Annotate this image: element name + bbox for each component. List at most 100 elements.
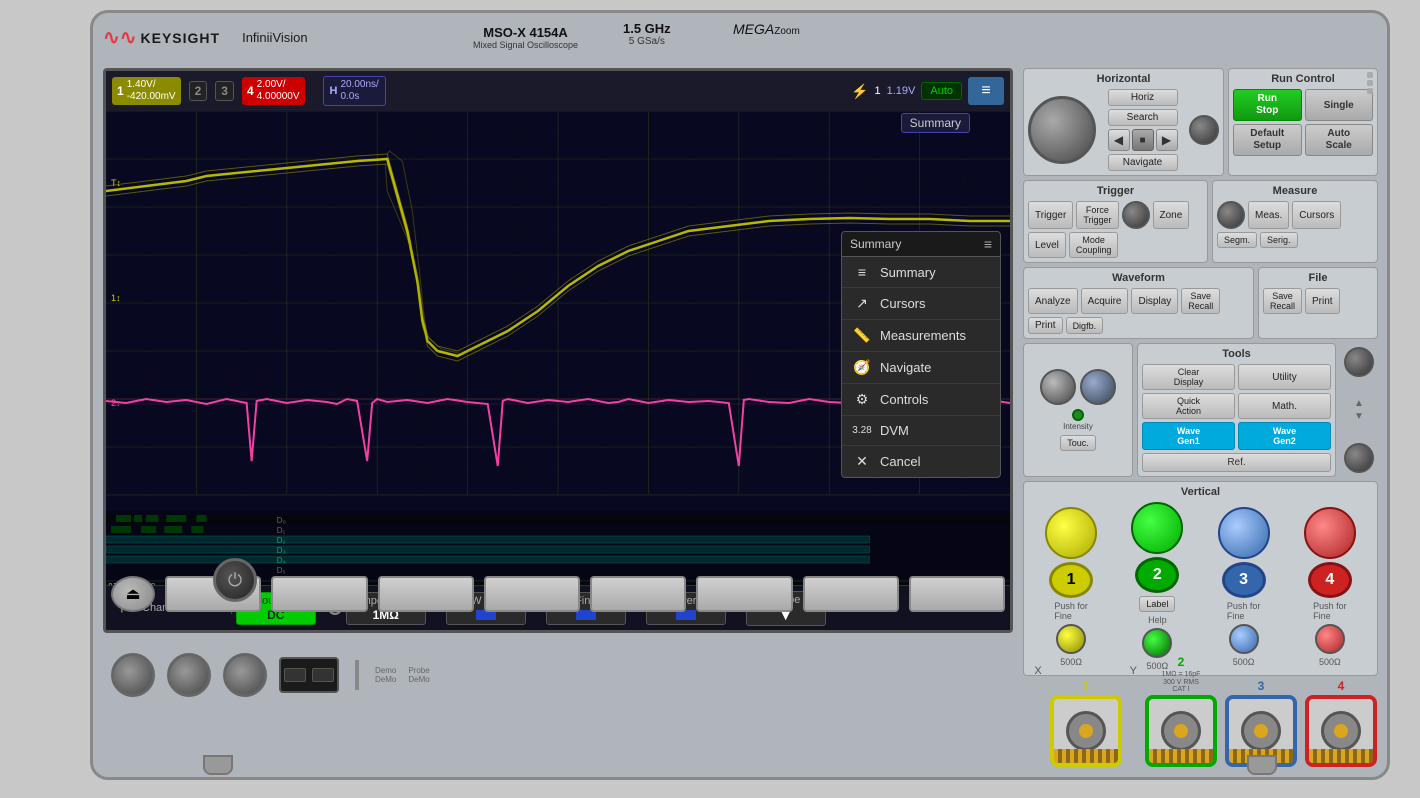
force-trigger-button[interactable]: ForceTrigger xyxy=(1076,201,1118,229)
channel-2-badge[interactable]: 2 xyxy=(189,81,208,101)
menu-item-summary[interactable]: ≡ Summary xyxy=(842,257,1000,288)
soft-key-6[interactable] xyxy=(696,576,792,612)
run-stop-button[interactable]: RunStop xyxy=(1233,89,1302,121)
ch2-bnc xyxy=(1145,695,1217,767)
menu-item-cursors[interactable]: ↗ Cursors xyxy=(842,288,1000,320)
horizontal-position-knob[interactable] xyxy=(1028,96,1096,164)
svg-text:D₀: D₀ xyxy=(277,516,286,525)
menu-item-controls[interactable]: ⚙ Controls xyxy=(842,384,1000,416)
svg-text:D₃: D₃ xyxy=(277,546,286,555)
edge-up-arrow[interactable]: ▲ xyxy=(1354,398,1364,409)
analyze-button[interactable]: Analyze xyxy=(1028,288,1078,314)
channel-4-badge[interactable]: 4 2.00V/ 4.00000V xyxy=(242,77,305,105)
digfb-button[interactable]: Digfb. xyxy=(1066,317,1104,334)
wave-gen2-button[interactable]: WaveGen2 xyxy=(1238,422,1331,450)
trigger-button[interactable]: Trigger xyxy=(1028,201,1073,229)
ch2-scale-knob[interactable] xyxy=(1131,502,1183,554)
summary-icon: ≡ xyxy=(852,264,872,280)
meas-button[interactable]: Meas. xyxy=(1248,201,1289,229)
level-button[interactable]: Level xyxy=(1028,232,1066,258)
trigger-mode-badge: Auto xyxy=(921,82,962,100)
nav-right-button[interactable]: ▶ xyxy=(1156,129,1178,151)
measurements-icon: 📏 xyxy=(852,327,872,344)
ch3-bnc-label: 3 xyxy=(1225,679,1297,693)
megazoom-logo: MEGAZoom xyxy=(733,21,800,37)
soft-key-3[interactable] xyxy=(378,576,474,612)
measure-knob[interactable] xyxy=(1217,201,1245,229)
zone-button[interactable]: Zone xyxy=(1153,201,1190,229)
cursors-button[interactable]: Cursors xyxy=(1292,201,1341,229)
menu-item-navigate[interactable]: 🧭 Navigate xyxy=(842,352,1000,384)
touch-button[interactable]: Touc. xyxy=(1060,435,1096,451)
display-knob-1[interactable] xyxy=(1040,369,1076,405)
ch1-position-knob[interactable] xyxy=(1056,624,1086,654)
edge-down-arrow[interactable]: ▼ xyxy=(1354,411,1364,422)
trigger-level-knob[interactable] xyxy=(1122,201,1150,229)
horizontal-badge[interactable]: H 20.00ns/ 0.0s xyxy=(323,76,386,106)
clear-display-button[interactable]: ClearDisplay xyxy=(1142,364,1235,390)
soft-key-5[interactable] xyxy=(590,576,686,612)
soft-key-4[interactable] xyxy=(484,576,580,612)
eject-button[interactable]: ⏏ xyxy=(111,576,155,612)
utility-button[interactable]: Utility xyxy=(1238,364,1331,390)
menu-item-dvm[interactable]: 3.28 DVM xyxy=(842,416,1000,446)
nav-left-button[interactable]: ◀ xyxy=(1108,129,1130,151)
channel-1-badge[interactable]: 1 1.40V/ -420.00mV xyxy=(112,77,181,105)
ch4-label-button[interactable]: 4 xyxy=(1308,562,1352,598)
ch1-bnc-label: 1 xyxy=(1050,679,1122,693)
menu-item-cancel[interactable]: ✕ Cancel xyxy=(842,446,1000,477)
soft-key-7[interactable] xyxy=(803,576,899,612)
horizontal-scale-knob[interactable] xyxy=(1189,115,1219,145)
auto-scale-button[interactable]: AutoScale xyxy=(1305,124,1374,156)
segm-button[interactable]: Segm. xyxy=(1217,232,1257,248)
display-knob-2[interactable] xyxy=(1080,369,1116,405)
save-recall-button[interactable]: SaveRecall xyxy=(1181,288,1220,314)
menu-item-measurements[interactable]: 📏 Measurements xyxy=(842,320,1000,352)
nav-stop-button[interactable]: ■ xyxy=(1132,129,1154,151)
ch4-vertical: 4 Push forFine 500Ω xyxy=(1304,507,1356,667)
math-button[interactable]: Math. xyxy=(1238,393,1331,419)
search-button[interactable]: Search xyxy=(1108,109,1178,126)
navigate-button[interactable]: Navigate xyxy=(1108,154,1178,171)
ch3-position-knob[interactable] xyxy=(1229,624,1259,654)
ch1-label-button[interactable]: 1 xyxy=(1049,562,1093,598)
horiz-button[interactable]: Horiz xyxy=(1108,89,1178,106)
display-knob-section: Intensity Touc. xyxy=(1023,343,1133,477)
print-button[interactable]: Print xyxy=(1028,317,1063,334)
ch4-position-knob[interactable] xyxy=(1315,624,1345,654)
screen-menu-button[interactable]: ≡ xyxy=(968,77,1004,105)
waveform-display: B₁ 01 0D 0F 03 00 08 00 T↕ 1↕ 2↕ xyxy=(106,111,1010,591)
ref-button[interactable]: Ref. xyxy=(1142,453,1331,472)
summary-label: Summary xyxy=(880,265,936,280)
ch2-label-button[interactable]: 2 xyxy=(1135,557,1179,593)
ch4-scale-knob[interactable] xyxy=(1304,507,1356,559)
channel-3-badge[interactable]: 3 xyxy=(215,81,234,101)
soft-key-2[interactable] xyxy=(271,576,367,612)
quick-action-button[interactable]: QuickAction xyxy=(1142,393,1235,419)
bnc-connectors-area: X 1 Y 2 1MΩ = 16pF300 V RMSCAT I xyxy=(1034,655,1377,767)
ch2-label-btn[interactable]: Label xyxy=(1139,596,1175,612)
file-print-button[interactable]: Print xyxy=(1305,288,1340,314)
ch3-bnc-group: 3 xyxy=(1225,679,1297,767)
ch1-scale-knob[interactable] xyxy=(1045,507,1097,559)
power-button[interactable]: ⏻ xyxy=(213,558,257,602)
acquire-button[interactable]: Acquire xyxy=(1081,288,1129,314)
default-setup-button[interactable]: DefaultSetup xyxy=(1233,124,1302,156)
serig-button[interactable]: Serig. xyxy=(1260,232,1298,248)
soft-key-8[interactable] xyxy=(909,576,1005,612)
intensity-control: Intensity xyxy=(1063,409,1093,431)
mode-coupling-button[interactable]: ModeCoupling xyxy=(1069,232,1119,258)
ch3-label-button[interactable]: 3 xyxy=(1222,562,1266,598)
ch3-scale-knob[interactable] xyxy=(1218,507,1270,559)
edge-knob-1[interactable] xyxy=(1344,347,1374,377)
display-button[interactable]: Display xyxy=(1131,288,1178,314)
wave-gen1-button[interactable]: WaveGen1 xyxy=(1142,422,1235,450)
controls-icon: ⚙ xyxy=(852,391,872,408)
file-save-button[interactable]: SaveRecall xyxy=(1263,288,1302,314)
cursors-label: Cursors xyxy=(880,296,926,311)
edge-knob-2[interactable] xyxy=(1344,443,1374,473)
controls-label: Controls xyxy=(880,392,928,407)
ch2-number: 2 xyxy=(195,84,202,98)
single-button[interactable]: Single xyxy=(1305,89,1374,121)
ch2-position-knob[interactable] xyxy=(1142,628,1172,658)
